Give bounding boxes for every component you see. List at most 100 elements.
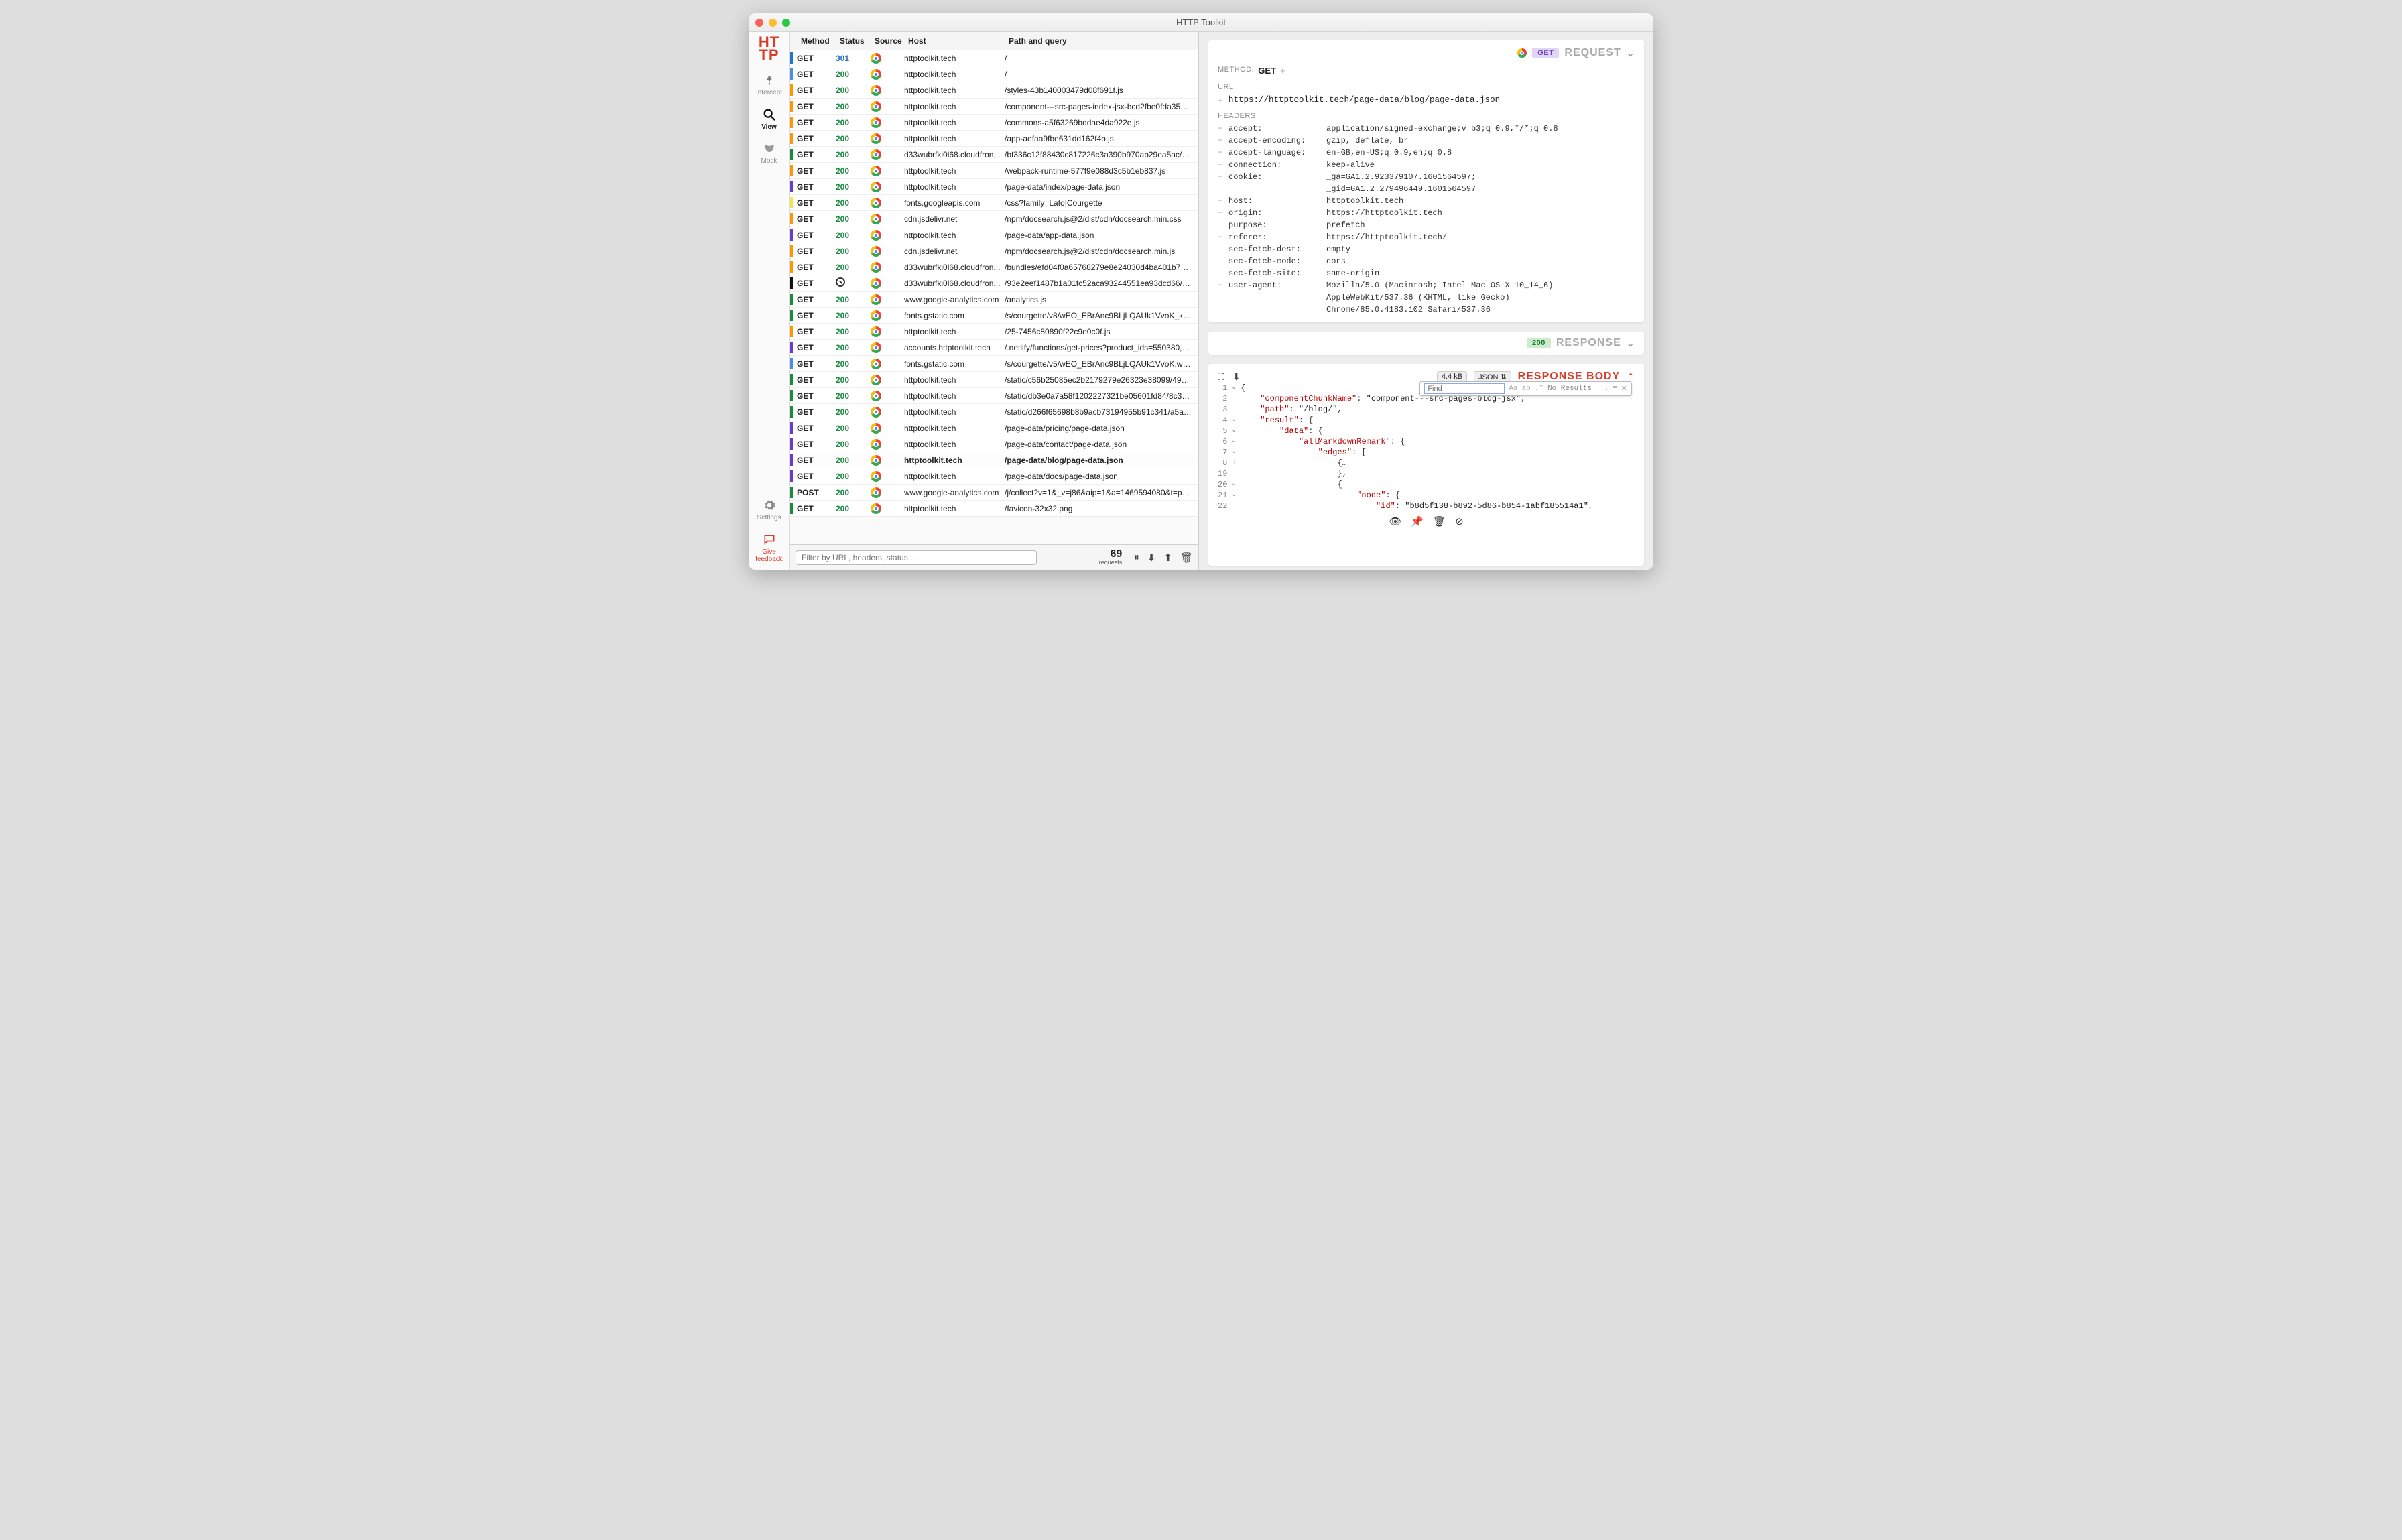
- find-widget[interactable]: Aa ab .* No Results ↑ ↓ ≡ ✕: [1419, 381, 1632, 396]
- request-card-header[interactable]: GET REQUEST ⌄: [1218, 47, 1635, 59]
- table-row[interactable]: GET200httptoolkit.tech/static/c56b25085e…: [790, 372, 1198, 388]
- code-content[interactable]: { "componentChunkName": "component---src…: [1241, 383, 1635, 511]
- table-rows[interactable]: GET301httptoolkit.tech/GET200httptoolkit…: [790, 50, 1198, 544]
- table-row[interactable]: GET200httptoolkit.tech/page-data/app-dat…: [790, 227, 1198, 243]
- chrome-icon: [871, 230, 881, 241]
- cell-path: /page-data/blog/page-data.json: [1005, 456, 1192, 465]
- table-row[interactable]: GET301httptoolkit.tech/: [790, 50, 1198, 66]
- eye-icon[interactable]: 👁: [1389, 515, 1401, 527]
- header-source[interactable]: Source: [875, 36, 908, 46]
- plus-icon[interactable]: +: [1218, 279, 1224, 292]
- cell-source: [871, 391, 904, 401]
- chevron-down-icon[interactable]: ⌄: [1627, 48, 1635, 59]
- table-row[interactable]: GET200httptoolkit.tech/favicon-32x32.png: [790, 501, 1198, 517]
- trash-icon[interactable]: 🗑: [1180, 552, 1193, 564]
- header-key: accept-language:: [1228, 147, 1322, 159]
- filter-input[interactable]: [796, 550, 1037, 565]
- block-icon[interactable]: ⊘: [1455, 515, 1464, 527]
- sidebar-item-settings[interactable]: Settings: [749, 493, 789, 527]
- table-row[interactable]: GET200httptoolkit.tech/app-aefaa9fbe631d…: [790, 131, 1198, 147]
- table-row[interactable]: GET200cdn.jsdelivr.net/npm/docsearch.js@…: [790, 243, 1198, 259]
- header-host[interactable]: Host: [908, 36, 1009, 46]
- plus-icon[interactable]: +: [1218, 171, 1224, 183]
- close-icon[interactable]: ✕: [1621, 384, 1627, 393]
- cell-method: GET: [797, 311, 836, 320]
- header-status[interactable]: Status: [840, 36, 875, 46]
- find-in-selection-icon[interactable]: ≡: [1613, 385, 1617, 393]
- table-row[interactable]: GET200httptoolkit.tech/static/d266f65698…: [790, 404, 1198, 420]
- cell-source: [871, 455, 904, 466]
- plus-icon[interactable]: +: [1218, 135, 1224, 147]
- gear-icon: [762, 498, 777, 513]
- plus-icon[interactable]: +: [1218, 159, 1224, 171]
- plus-icon[interactable]: +: [1218, 147, 1224, 159]
- table-row[interactable]: GET200www.google-analytics.com/analytics…: [790, 292, 1198, 308]
- prev-match-icon[interactable]: ↑: [1596, 385, 1600, 393]
- regex-icon[interactable]: .*: [1535, 385, 1543, 393]
- format-select[interactable]: JSON ⇅: [1474, 371, 1511, 383]
- download-icon[interactable]: ⬇: [1147, 552, 1156, 564]
- sidebar-item-intercept[interactable]: Intercept: [749, 68, 789, 102]
- table-row[interactable]: GET200fonts.gstatic.com/s/courgette/v5/w…: [790, 356, 1198, 372]
- table-row[interactable]: GET200httptoolkit.tech/styles-43b1400034…: [790, 82, 1198, 99]
- table-row[interactable]: GET200fonts.gstatic.com/s/courgette/v8/w…: [790, 308, 1198, 324]
- header-path[interactable]: Path and query: [1009, 36, 1192, 46]
- upload-icon[interactable]: ⬆: [1163, 552, 1172, 564]
- find-input[interactable]: [1424, 383, 1505, 394]
- table-row[interactable]: GETd33wubrfki0l68.cloudfron.../93e2eef14…: [790, 275, 1198, 292]
- plus-icon[interactable]: +: [1280, 64, 1285, 78]
- table-row[interactable]: GET200d33wubrfki0l68.cloudfron.../bf336c…: [790, 147, 1198, 163]
- plus-icon[interactable]: +: [1218, 207, 1224, 219]
- download-icon[interactable]: ⬇: [1232, 371, 1241, 383]
- plus-icon[interactable]: +: [1218, 231, 1224, 243]
- match-case-icon[interactable]: Aa: [1509, 385, 1517, 393]
- plus-icon[interactable]: +: [1218, 123, 1224, 135]
- method-color-bar: [790, 342, 793, 353]
- search-icon: [762, 107, 777, 122]
- sidebar-item-mock[interactable]: Mock: [749, 136, 789, 170]
- code-editor[interactable]: 1⌄234⌄5⌄6⌄7⌄8›1920⌄21⌄22 { "componentChu…: [1218, 383, 1635, 511]
- table-row[interactable]: GET200httptoolkit.tech/page-data/contact…: [790, 436, 1198, 452]
- pause-icon[interactable]: ⏸: [1134, 552, 1139, 564]
- response-card[interactable]: 200 RESPONSE ⌄: [1208, 332, 1644, 355]
- plus-icon[interactable]: +: [1218, 195, 1224, 207]
- response-body-card: ⛶ ⬇ 4.4 kB JSON ⇅ RESPONSE BODY ⌃ 1⌄234⌄…: [1208, 364, 1644, 566]
- chevron-up-icon[interactable]: ⌃: [1627, 371, 1635, 383]
- table-row[interactable]: GET200httptoolkit.tech/webpack-runtime-5…: [790, 163, 1198, 179]
- table-row[interactable]: GET200httptoolkit.tech/static/db3e0a7a58…: [790, 388, 1198, 404]
- cell-host: httptoolkit.tech: [904, 102, 1005, 111]
- table-row[interactable]: GET200httptoolkit.tech/page-data/pricing…: [790, 420, 1198, 436]
- cell-status: 200: [836, 134, 871, 143]
- table-row[interactable]: GET200httptoolkit.tech/page-data/index/p…: [790, 179, 1198, 195]
- next-match-icon[interactable]: ↓: [1604, 385, 1609, 393]
- cell-path: /bf336c12f88430c817226c3a390b970ab29ea5a…: [1005, 150, 1192, 159]
- method-color-bar: [790, 310, 793, 321]
- cell-status: 200: [836, 456, 871, 465]
- expand-icon[interactable]: ⛶: [1218, 371, 1224, 383]
- table-row[interactable]: GET200httptoolkit.tech/page-data/blog/pa…: [790, 452, 1198, 468]
- table-row[interactable]: GET200httptoolkit.tech/page-data/docs/pa…: [790, 468, 1198, 485]
- cell-source: [871, 471, 904, 482]
- cell-method: GET: [797, 295, 836, 304]
- method-color-bar: [790, 438, 793, 450]
- chevron-down-icon[interactable]: ⌄: [1627, 338, 1635, 349]
- cell-path: /: [1005, 54, 1192, 63]
- plus-icon[interactable]: +: [1218, 94, 1224, 107]
- table-row[interactable]: GET200fonts.googleapis.com/css?family=La…: [790, 195, 1198, 211]
- table-row[interactable]: GET200accounts.httptoolkit.tech/.netlify…: [790, 340, 1198, 356]
- table-row[interactable]: GET200httptoolkit.tech/25-7456c80890f22c…: [790, 324, 1198, 340]
- table-row[interactable]: GET200cdn.jsdelivr.net/npm/docsearch.js@…: [790, 211, 1198, 227]
- pin-icon[interactable]: 📌: [1411, 515, 1424, 527]
- whole-word-icon[interactable]: ab: [1522, 385, 1531, 393]
- table-row[interactable]: GET200httptoolkit.tech/commons-a5f63269b…: [790, 115, 1198, 131]
- cell-method: GET: [797, 134, 836, 143]
- cell-status: 200: [836, 214, 871, 224]
- sidebar-item-view[interactable]: View: [749, 102, 789, 136]
- sidebar-item-feedback[interactable]: Give feedback: [749, 527, 789, 570]
- table-row[interactable]: GET200d33wubrfki0l68.cloudfron.../bundle…: [790, 259, 1198, 275]
- trash-icon[interactable]: 🗑: [1433, 515, 1446, 527]
- table-row[interactable]: GET200httptoolkit.tech/: [790, 66, 1198, 82]
- header-method[interactable]: Method: [801, 36, 840, 46]
- table-row[interactable]: GET200httptoolkit.tech/component---src-p…: [790, 99, 1198, 115]
- table-row[interactable]: POST200www.google-analytics.com/j/collec…: [790, 485, 1198, 501]
